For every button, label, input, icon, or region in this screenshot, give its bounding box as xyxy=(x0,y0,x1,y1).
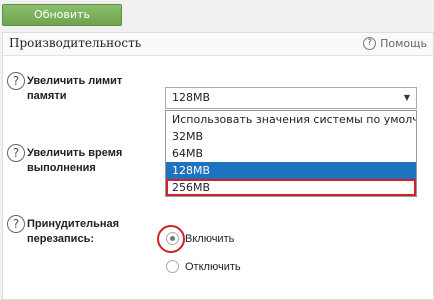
memory-limit-select[interactable]: 128MB ▼ xyxy=(165,87,417,109)
force-rewrite-label-line2: перезапись: xyxy=(27,233,94,245)
panel-title: Производительность xyxy=(9,36,142,50)
memory-option-default[interactable]: Использовать значения системы по умолчан… xyxy=(166,111,416,128)
exec-time-label-line1: Увеличить время xyxy=(27,147,123,159)
enable-label: Включить xyxy=(185,232,235,245)
question-circle-icon: ? xyxy=(363,37,377,50)
memory-option-64mb[interactable]: 64MB xyxy=(166,145,416,162)
memory-option-32mb[interactable]: 32MB xyxy=(166,128,416,145)
memory-limit-label-line1: Увеличить лимит xyxy=(27,75,123,87)
disable-label: Отключить xyxy=(185,260,241,273)
help-link[interactable]: ? Помощь xyxy=(363,37,427,50)
memory-option-128mb[interactable]: 128MB xyxy=(166,162,416,179)
force-rewrite-label: Принудительная перезапись: xyxy=(27,217,119,247)
question-circle-icon[interactable]: ? xyxy=(7,72,25,90)
question-circle-icon[interactable]: ? xyxy=(7,144,25,162)
radio-disable[interactable] xyxy=(166,260,179,273)
force-rewrite-enable-option[interactable]: Включить xyxy=(166,232,234,245)
question-circle-icon[interactable]: ? xyxy=(7,215,25,233)
exec-time-label-line2: выполнения xyxy=(27,162,96,174)
memory-limit-selected-value: 128MB xyxy=(172,91,211,104)
update-settings-button[interactable]: Обновить настройки » xyxy=(2,4,122,41)
help-label: Помощь xyxy=(380,37,427,50)
exec-time-label: Увеличить время выполнения xyxy=(27,146,122,176)
chevron-down-icon: ▼ xyxy=(403,93,410,102)
memory-limit-label-line2: памяти xyxy=(27,90,67,102)
force-rewrite-disable-option[interactable]: Отключить xyxy=(166,260,241,273)
memory-option-256mb[interactable]: 256MB xyxy=(166,179,416,196)
panel-header: Производительность ? Помощь xyxy=(3,33,433,56)
force-rewrite-label-line1: Принудительная xyxy=(27,218,120,230)
memory-limit-label: Увеличить лимит памяти xyxy=(27,74,122,104)
memory-limit-dropdown: Использовать значения системы по умолчан… xyxy=(165,110,417,197)
radio-enable[interactable] xyxy=(166,232,179,245)
